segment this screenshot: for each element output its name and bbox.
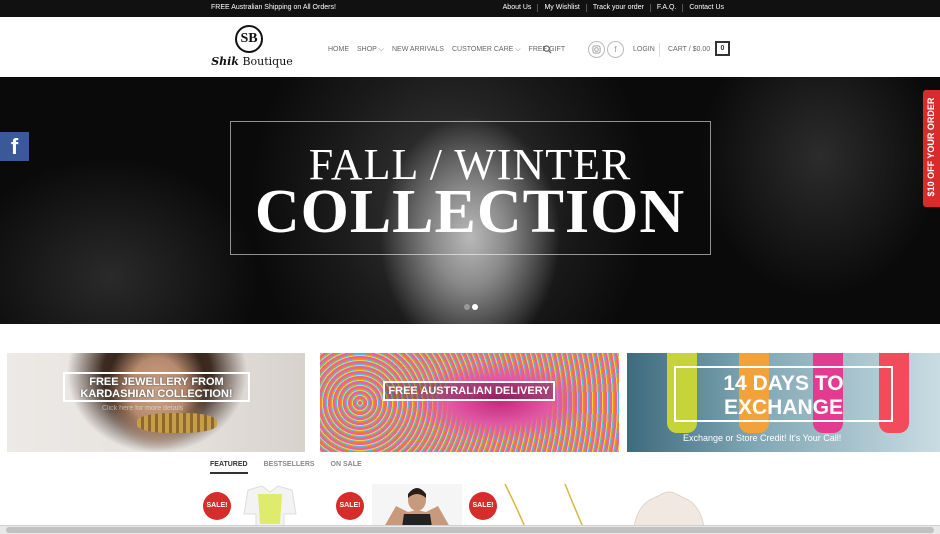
top-links: About Us My Wishlist Track your order F.… <box>497 4 730 12</box>
gold-jewellery-image <box>137 413 217 433</box>
instagram-icon[interactable] <box>588 41 605 58</box>
slide-dot-1[interactable] <box>464 304 470 310</box>
logo-wordmark: Shik Boutique <box>210 55 294 68</box>
logo-word: Boutique <box>242 55 293 68</box>
slide-dot-2[interactable] <box>472 304 478 310</box>
tab-on-sale[interactable]: ON SALE <box>331 461 362 474</box>
horizontal-scrollbar[interactable] <box>0 525 940 534</box>
header-divider <box>659 43 660 57</box>
facebook-side-icon[interactable]: f <box>0 132 29 161</box>
delivery-banner-title: FREE AUSTRALIAN DELIVERY <box>383 381 555 401</box>
product-image-2[interactable] <box>372 484 462 527</box>
jewellery-banner-title-1: FREE JEWELLERY FROM <box>89 376 224 388</box>
product-image-3[interactable] <box>495 484 590 527</box>
sale-badge: SALE! <box>336 492 364 520</box>
product-image-4[interactable] <box>628 484 710 527</box>
login-link[interactable]: LOGIN <box>633 46 655 53</box>
logo-script: Shik <box>211 55 239 68</box>
facebook-icon[interactable]: f <box>607 41 624 58</box>
site-logo[interactable]: SB Shik Boutique <box>210 25 294 71</box>
cart-count-badge[interactable]: 0 <box>715 41 730 56</box>
contact-us-link[interactable]: Contact Us <box>682 4 730 12</box>
sale-badge: SALE! <box>203 492 231 520</box>
delivery-banner[interactable]: FREE AUSTRALIAN DELIVERY <box>320 353 619 452</box>
hero-title-line2: COLLECTION <box>254 178 686 246</box>
exchange-banner-title-2: EXCHANGE <box>723 396 844 419</box>
discount-tab-label: $10 OFF YOUR ORDER <box>926 97 936 197</box>
page: FREE Australian Shipping on All Orders! … <box>0 0 940 534</box>
exchange-banner-box: 14 DAYS TO EXCHANGE <box>674 366 893 422</box>
exchange-banner-subtitle: Exchange or Store Credit! It's Your Call… <box>683 433 842 443</box>
exchange-banner-title-1: 14 DAYS TO <box>723 372 844 395</box>
track-order-link[interactable]: Track your order <box>585 4 650 12</box>
jewellery-banner[interactable]: FREE JEWELLERY FROM KARDASHIAN COLLECTIO… <box>7 353 305 452</box>
tab-featured[interactable]: FEATURED <box>210 461 248 474</box>
model-image <box>67 353 247 452</box>
nav-home[interactable]: HOME <box>328 46 349 54</box>
nav-customer-care[interactable]: CUSTOMER CARE ⌵ <box>452 46 521 54</box>
nav-new-arrivals[interactable]: NEW ARRIVALS <box>392 46 444 54</box>
tab-bestsellers[interactable]: BESTSELLERS <box>264 461 315 474</box>
shipping-promo-text: FREE Australian Shipping on All Orders! <box>211 4 336 11</box>
jewellery-banner-box: FREE JEWELLERY FROM KARDASHIAN COLLECTIO… <box>63 372 250 402</box>
discount-side-tab[interactable]: $10 OFF YOUR ORDER <box>923 90 940 207</box>
logo-monogram: SB <box>235 25 263 53</box>
product-image-1[interactable] <box>240 484 300 527</box>
about-us-link[interactable]: About Us <box>497 4 538 12</box>
product-tabs: FEATURED BESTSELLERS ON SALE <box>210 461 378 474</box>
site-header: SB Shik Boutique HOME SHOP ⌵ NEW ARRIVAL… <box>0 17 940 77</box>
search-icon[interactable] <box>543 45 552 54</box>
top-bar: FREE Australian Shipping on All Orders! … <box>0 0 940 17</box>
exchange-banner[interactable]: 14 DAYS TO EXCHANGE Exchange or Store Cr… <box>627 353 940 452</box>
jewellery-banner-subtitle: Click here for more details <box>102 405 184 412</box>
my-wishlist-link[interactable]: My Wishlist <box>537 4 585 12</box>
jewellery-banner-title-2: KARDASHIAN COLLECTION! <box>80 388 233 400</box>
nav-shop[interactable]: SHOP ⌵ <box>357 46 384 54</box>
scrollbar-thumb[interactable] <box>6 527 934 533</box>
cart-link[interactable]: CART / $0.00 <box>668 46 710 53</box>
main-nav: HOME SHOP ⌵ NEW ARRIVALS CUSTOMER CARE ⌵… <box>328 46 573 54</box>
faq-link[interactable]: F.A.Q. <box>649 4 682 12</box>
sale-badge: SALE! <box>469 492 497 520</box>
hero-slider[interactable]: FALL / WINTER COLLECTION <box>0 77 940 324</box>
